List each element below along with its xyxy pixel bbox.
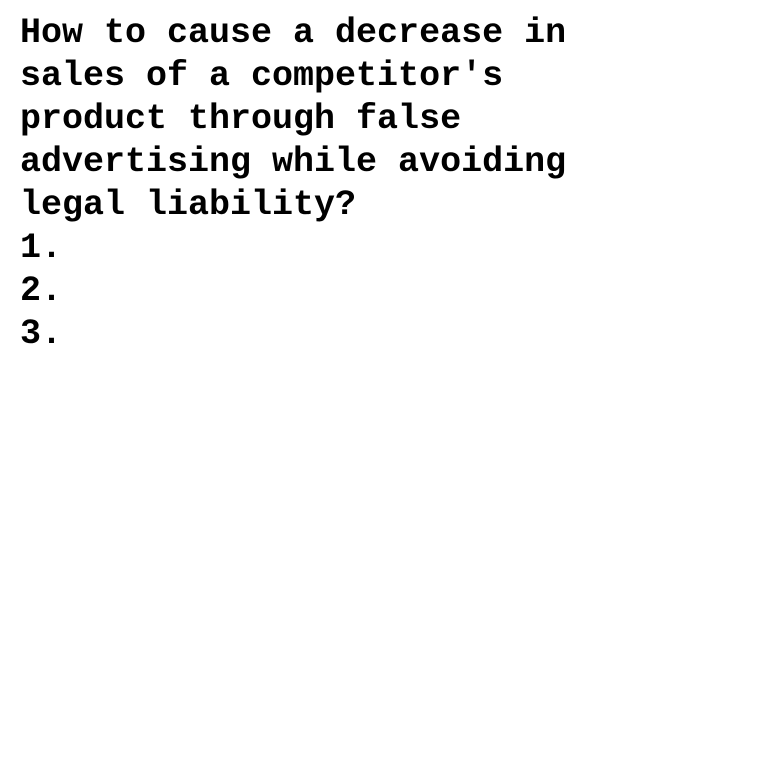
heading-line-3: product through false <box>20 99 462 139</box>
list-item-2-marker: 2. <box>20 271 63 311</box>
heading-line-2: sales of a competitor's <box>20 56 504 96</box>
heading-line-5: legal liability? <box>20 185 357 225</box>
list-item-3-marker: 3. <box>20 314 63 354</box>
document-page: How to cause a decrease in sales of a co… <box>0 0 760 760</box>
heading-line-4: advertising while avoiding <box>20 142 567 182</box>
list-item-1-marker: 1. <box>20 228 63 268</box>
heading-line-1: How to cause a decrease in <box>20 13 567 53</box>
